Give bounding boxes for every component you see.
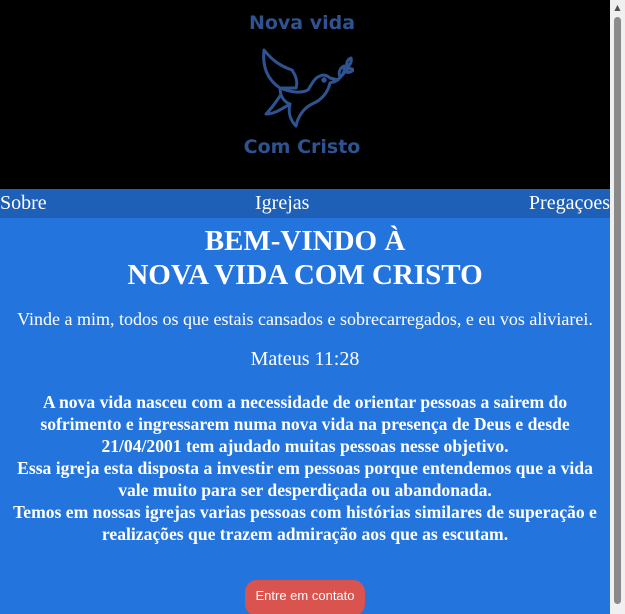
logo-top-text: Nova vida: [248, 12, 356, 34]
bible-verse: Vinde a mim, todos os que estais cansado…: [17, 309, 593, 329]
site-header: Nova vida Com Cristo: [0, 0, 610, 189]
logo-bottom-text: Com Cristo: [243, 136, 361, 158]
page: Nova vida Com Cristo Sobre Igrejas Prega…: [0, 0, 610, 614]
nav-link-pregacoes[interactable]: Pregaçoes: [529, 190, 610, 216]
nav-link-igrejas[interactable]: Igrejas: [255, 190, 309, 216]
scrollbar-thumb[interactable]: [614, 17, 621, 604]
site-logo[interactable]: Nova vida Com Cristo: [232, 0, 372, 189]
scroll-up-arrow-icon[interactable]: ▲: [610, 0, 625, 16]
dove-icon: [262, 48, 354, 128]
nav-link-sobre[interactable]: Sobre: [0, 190, 47, 216]
verse-reference: Mateus 11:28: [250, 348, 360, 370]
title-line-2: NOVA VIDA COM CRISTO: [127, 259, 483, 291]
about-text: A nova vida nasceu com a necessidade de …: [0, 391, 610, 545]
page-title: BEM-VINDO À NOVA VIDA COM CRISTO: [0, 218, 610, 292]
about-paragraph: Essa igreja esta disposta a investir em …: [17, 458, 593, 500]
about-paragraph: Temos em nossas igrejas varias pessoas c…: [13, 502, 597, 544]
welcome-section: BEM-VINDO À NOVA VIDA COM CRISTO Vinde a…: [0, 218, 610, 614]
main-nav: Sobre Igrejas Pregaçoes: [0, 189, 610, 218]
about-paragraph: A nova vida nasceu com a necessidade de …: [40, 392, 570, 456]
title-line-1: BEM-VINDO À: [204, 225, 406, 257]
vertical-scrollbar[interactable]: ▲: [610, 0, 625, 614]
contact-button[interactable]: Entre em contato: [245, 580, 365, 614]
